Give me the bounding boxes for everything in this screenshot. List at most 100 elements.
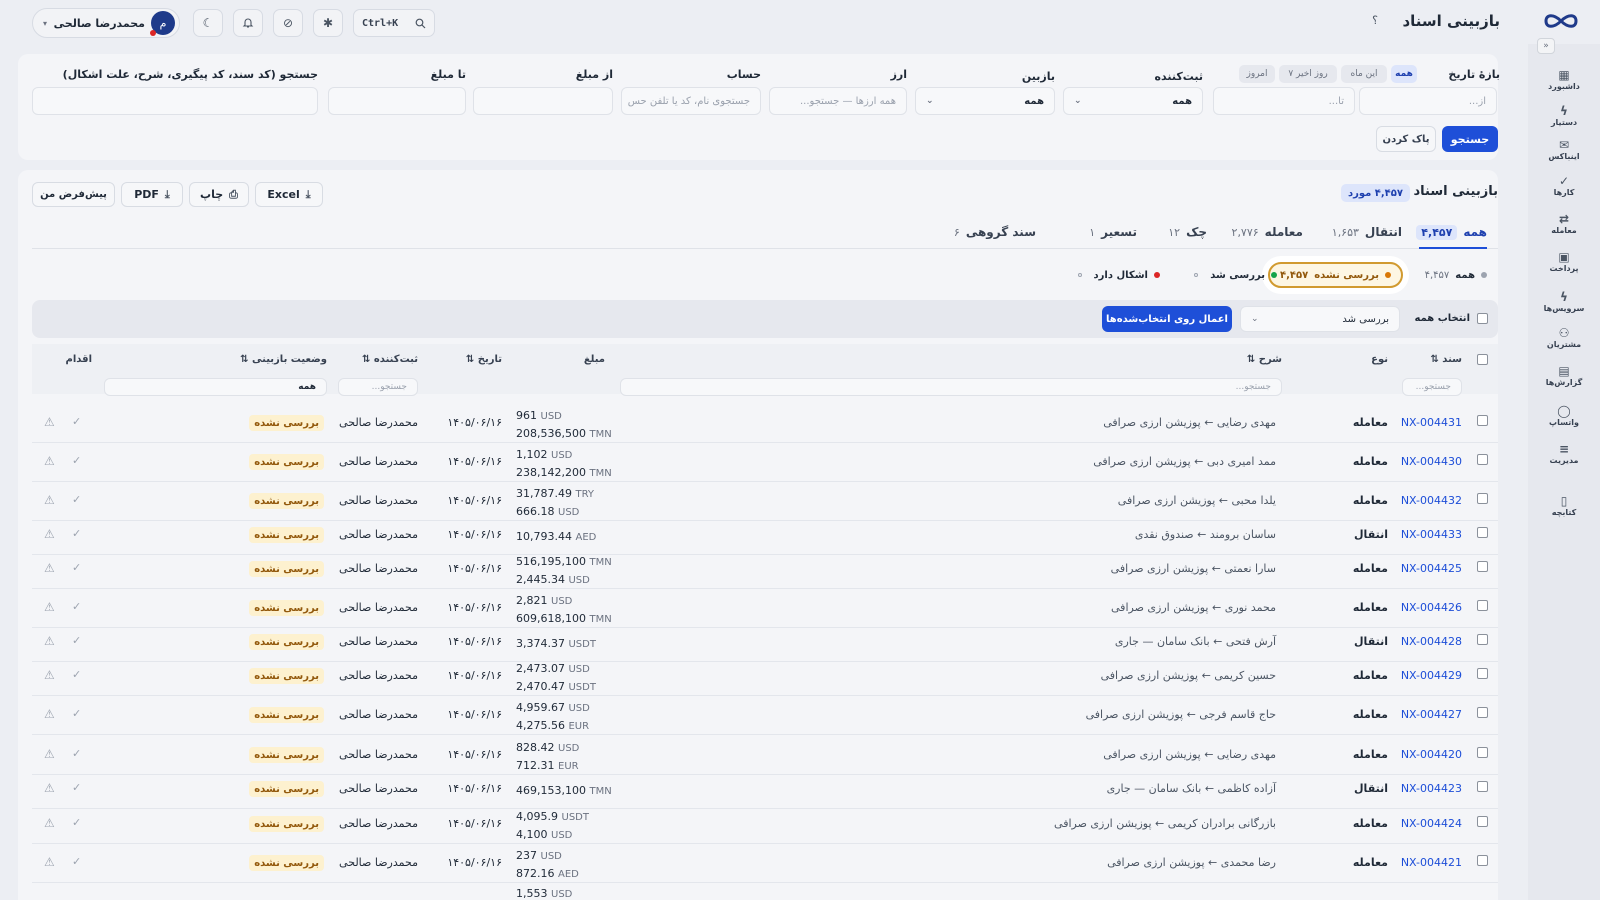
sidebar-item[interactable]: ▣ پرداخت bbox=[1528, 250, 1600, 273]
theme-toggle-button[interactable]: ☾ bbox=[193, 9, 223, 37]
warning-icon[interactable]: ⚠ bbox=[44, 668, 55, 682]
column-registrar[interactable]: ثبت‌کننده ⇅ bbox=[362, 354, 418, 365]
collapse-sidebar-button[interactable]: » bbox=[1537, 38, 1555, 54]
sidebar-item[interactable]: ✉ اینباکس bbox=[1528, 138, 1600, 161]
row-checkbox[interactable] bbox=[1477, 707, 1488, 718]
approve-icon[interactable]: ✓ bbox=[72, 454, 81, 467]
description-filter-input[interactable]: جستجو... bbox=[620, 378, 1282, 396]
approve-icon[interactable]: ✓ bbox=[72, 493, 81, 506]
row-checkbox[interactable] bbox=[1477, 816, 1488, 827]
amount-to-input[interactable] bbox=[328, 87, 466, 115]
quick-range-chip[interactable]: امروز bbox=[1239, 65, 1275, 83]
account-input[interactable]: جستجوی نام، کد یا تلفن حس bbox=[621, 87, 761, 115]
warning-icon[interactable]: ⚠ bbox=[44, 600, 55, 614]
row-checkbox[interactable] bbox=[1477, 600, 1488, 611]
warning-icon[interactable]: ⚠ bbox=[44, 781, 55, 795]
doc-link[interactable]: NX-004426 bbox=[1401, 601, 1462, 614]
row-checkbox[interactable] bbox=[1477, 527, 1488, 538]
doc-link[interactable]: NX-004431 bbox=[1401, 416, 1462, 429]
warning-icon[interactable]: ⚠ bbox=[44, 527, 55, 541]
sidebar-item[interactable]: ≡ مدیریت bbox=[1528, 442, 1600, 465]
command-search-button[interactable]: Ctrl+K bbox=[353, 9, 435, 37]
column-description[interactable]: شرح ⇅ bbox=[1247, 354, 1282, 365]
sidebar-item[interactable]: ▦ داشبورد bbox=[1528, 68, 1600, 91]
export-pdf-button[interactable]: PDF ⤓ bbox=[121, 182, 183, 207]
sidebar-item[interactable]: ✓ کارها bbox=[1528, 174, 1600, 197]
warning-icon[interactable]: ⚠ bbox=[44, 454, 55, 468]
sidebar-item[interactable]: ◯ واتساپ bbox=[1528, 404, 1600, 427]
warning-icon[interactable]: ⚠ bbox=[44, 707, 55, 721]
doc-link[interactable]: NX-004425 bbox=[1401, 562, 1462, 575]
debug-button[interactable]: ✱ bbox=[313, 9, 343, 37]
warning-icon[interactable]: ⚠ bbox=[44, 855, 55, 869]
date-from-input[interactable]: از... bbox=[1359, 87, 1497, 115]
status-filter[interactable]: همه ۴,۴۵۷ bbox=[1425, 265, 1487, 285]
bulk-action-select[interactable]: بررسی شد ⌄ bbox=[1240, 306, 1400, 332]
registrar-select[interactable]: همه ⌄ bbox=[1063, 87, 1203, 115]
doc-filter-input[interactable]: جستجو... bbox=[1402, 378, 1462, 396]
reviewer-select[interactable]: همه ⌄ bbox=[915, 87, 1055, 115]
approve-icon[interactable]: ✓ bbox=[72, 527, 81, 540]
user-menu[interactable]: ▾ محمدرضا صالحی م bbox=[32, 8, 180, 38]
approve-icon[interactable]: ✓ bbox=[72, 600, 81, 613]
warning-icon[interactable]: ⚠ bbox=[44, 415, 55, 429]
status-filter[interactable]: اشکال دارد bbox=[1077, 265, 1160, 285]
column-review-status[interactable]: وضعیت بازبینی ⇅ bbox=[240, 354, 327, 365]
warning-icon[interactable]: ⚠ bbox=[44, 816, 55, 830]
warning-icon[interactable]: ⚠ bbox=[44, 634, 55, 648]
row-checkbox[interactable] bbox=[1477, 415, 1488, 426]
tab-2[interactable]: معامله ۲,۷۷۶ bbox=[1232, 222, 1303, 242]
row-checkbox[interactable] bbox=[1477, 454, 1488, 465]
clear-button[interactable]: پاک کردن bbox=[1376, 126, 1436, 152]
currency-input[interactable]: همه ارزها — جستجو... bbox=[769, 87, 907, 115]
tab-3[interactable]: چک ۱۲ bbox=[1168, 222, 1207, 242]
export-excel-button[interactable]: Excel ⤓ bbox=[255, 182, 323, 207]
doc-link[interactable]: NX-004423 bbox=[1401, 782, 1462, 795]
status-filter[interactable]: بررسی نشده ۴,۴۵۷ bbox=[1268, 262, 1403, 288]
status-filter-select[interactable]: همه bbox=[104, 378, 327, 396]
doc-link[interactable]: NX-004428 bbox=[1401, 635, 1462, 648]
row-checkbox[interactable] bbox=[1477, 781, 1488, 792]
approve-icon[interactable]: ✓ bbox=[72, 816, 81, 829]
sidebar-item[interactable]: ▯ کتابچه bbox=[1528, 494, 1600, 517]
sidebar-item[interactable]: ⚇ مشتریان bbox=[1528, 326, 1600, 349]
sidebar-item[interactable]: ϟ دستیار bbox=[1528, 104, 1600, 127]
notifications-button[interactable] bbox=[233, 9, 263, 37]
doc-link[interactable]: NX-004429 bbox=[1401, 669, 1462, 682]
doc-link[interactable]: NX-004420 bbox=[1401, 748, 1462, 761]
quick-range-chip[interactable]: ۷ روز اخیر bbox=[1279, 65, 1337, 83]
header-checkbox[interactable] bbox=[1477, 354, 1488, 365]
doc-link[interactable]: NX-004424 bbox=[1401, 817, 1462, 830]
warning-icon[interactable]: ⚠ bbox=[44, 493, 55, 507]
registrar-filter-input[interactable]: جستجو... bbox=[338, 378, 418, 396]
column-doc[interactable]: سند ⇅ bbox=[1430, 354, 1462, 365]
doc-link[interactable]: NX-004430 bbox=[1401, 455, 1462, 468]
row-checkbox[interactable] bbox=[1477, 634, 1488, 645]
approve-icon[interactable]: ✓ bbox=[72, 707, 81, 720]
doc-link[interactable]: NX-004433 bbox=[1401, 528, 1462, 541]
tab-1[interactable]: انتقال ۱,۶۵۳ bbox=[1332, 222, 1402, 242]
row-checkbox[interactable] bbox=[1477, 668, 1488, 679]
search-button[interactable]: جستجو bbox=[1442, 126, 1498, 152]
warning-icon[interactable]: ⚠ bbox=[44, 561, 55, 575]
row-checkbox[interactable] bbox=[1477, 561, 1488, 572]
sidebar-item[interactable]: ▤ گزارش‌ها bbox=[1528, 364, 1600, 387]
row-checkbox[interactable] bbox=[1477, 493, 1488, 504]
approve-icon[interactable]: ✓ bbox=[72, 747, 81, 760]
tab-0[interactable]: همه ۴,۴۵۷ bbox=[1416, 222, 1487, 242]
row-checkbox[interactable] bbox=[1477, 747, 1488, 758]
doc-link[interactable]: NX-004432 bbox=[1401, 494, 1462, 507]
quick-range-chip[interactable]: همه bbox=[1391, 65, 1417, 83]
sidebar-item[interactable]: ϟ سرویس‌ها bbox=[1528, 290, 1600, 313]
help-icon[interactable]: ؟ bbox=[1372, 14, 1378, 27]
doc-link[interactable]: NX-004421 bbox=[1401, 856, 1462, 869]
link-button[interactable]: ⊘ bbox=[273, 9, 303, 37]
approve-icon[interactable]: ✓ bbox=[72, 415, 81, 428]
select-all-checkbox[interactable] bbox=[1477, 313, 1488, 324]
status-filter[interactable]: بررسی شد bbox=[1194, 265, 1277, 285]
default-view-button[interactable]: پیش‌فرض من bbox=[32, 182, 115, 207]
tab-4[interactable]: تسعیر ۱ bbox=[1089, 222, 1137, 242]
doc-link[interactable]: NX-004427 bbox=[1401, 708, 1462, 721]
approve-icon[interactable]: ✓ bbox=[72, 634, 81, 647]
date-to-input[interactable]: تا... bbox=[1213, 87, 1355, 115]
